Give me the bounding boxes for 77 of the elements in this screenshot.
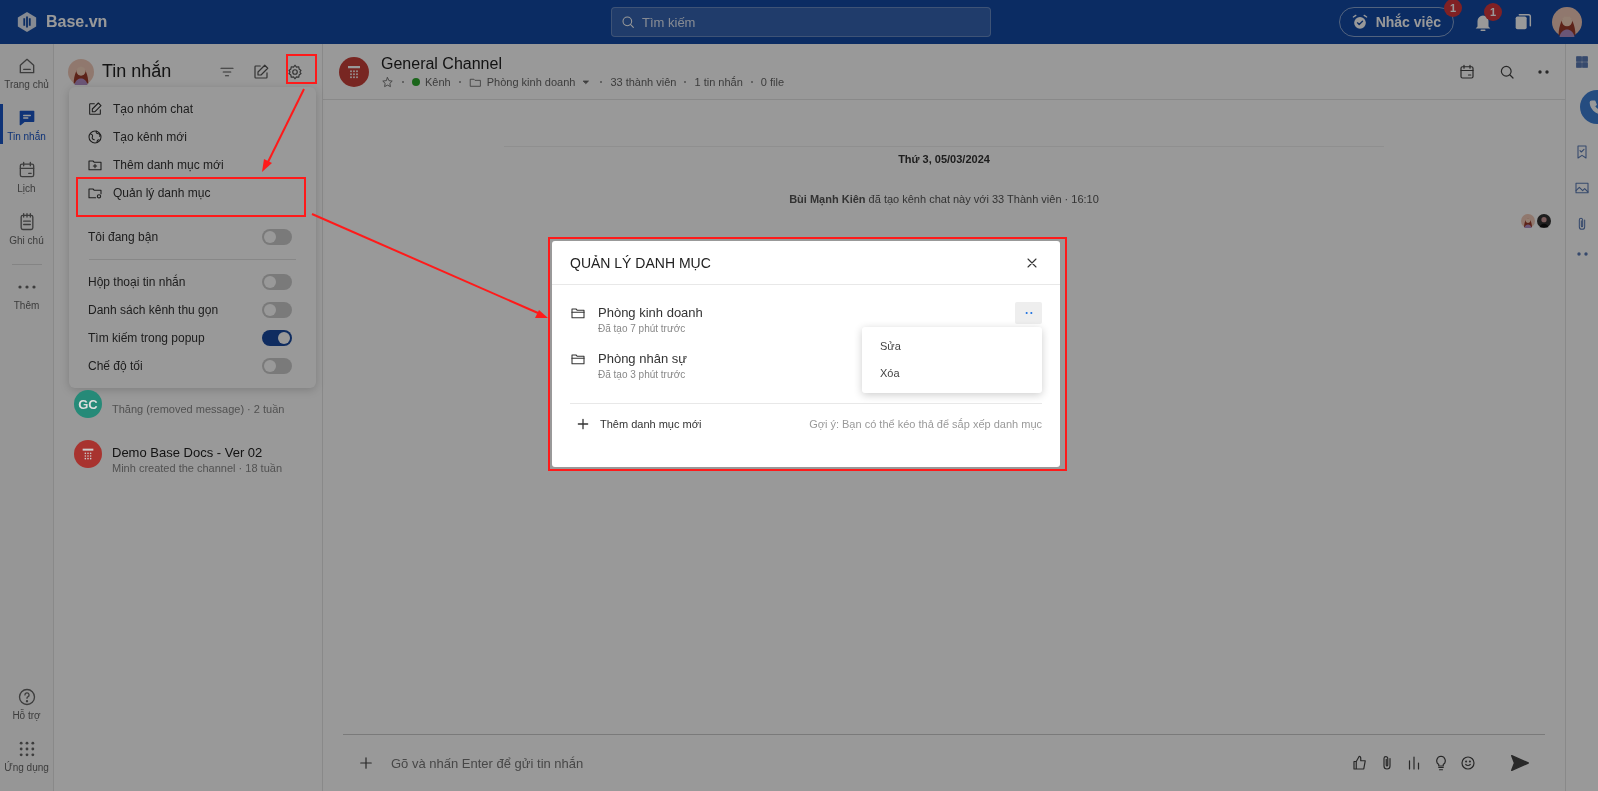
bookmark-icon	[1574, 144, 1590, 160]
settings-icon	[286, 62, 304, 81]
toggle-label: Tôi đang bận	[88, 230, 160, 244]
toggle-switch[interactable]	[262, 229, 292, 245]
more-icon	[1576, 252, 1588, 256]
menu-item[interactable]: Thêm danh mục mới	[69, 151, 316, 179]
message-input[interactable]: Gõ và nhấn Enter để gửi tin nhắn	[389, 754, 1337, 772]
status-dot	[412, 78, 420, 86]
plus-icon	[357, 754, 375, 772]
more-icon	[1538, 69, 1549, 74]
globe-icon	[87, 129, 103, 145]
folder-plus-icon	[87, 157, 103, 173]
conversation-preview: Minh created the channel · 18 tuần	[112, 461, 282, 474]
toggle-label: Hộp thoại tin nhắn	[88, 275, 187, 289]
menu-item[interactable]: Sửa	[862, 333, 1042, 360]
edit-icon	[252, 62, 270, 81]
system-message: Bùi Mạnh Kiên đã tạo kênh chat này với 33 Thành viên · 16:10	[789, 193, 1099, 205]
panel-title: Tin nhắn	[102, 61, 173, 82]
logo-text[interactable]: Base.vn	[46, 13, 108, 31]
nav-item[interactable]: Trang chủ	[0, 56, 54, 108]
toggle-label: Danh sách kênh thu gọn	[88, 303, 220, 317]
date-separator: Thứ 3, 05/03/2024	[504, 146, 1384, 165]
toggle-switch[interactable]	[262, 358, 292, 374]
menu-item[interactable]: Xóa	[862, 360, 1042, 387]
image-icon	[1574, 180, 1590, 196]
smiley-icon	[1459, 754, 1477, 772]
thumbs-up-icon	[1351, 754, 1369, 772]
toggle-label: Tìm kiếm trong popup	[88, 331, 206, 345]
count-badge: 1	[1484, 3, 1502, 21]
count-badge: 1	[1444, 0, 1462, 17]
category-date: Đã tạo 7 phút trước	[598, 323, 687, 334]
send-icon	[1509, 752, 1531, 774]
menu-item[interactable]: Tạo kênh mới	[69, 123, 316, 151]
nav-item[interactable]: Ứng dụng	[0, 739, 54, 791]
grid-icon	[1574, 54, 1590, 70]
channel-type: Kênh	[425, 76, 451, 88]
folder-icon	[570, 305, 586, 321]
channel-name: General Channel	[381, 54, 503, 73]
more-icon	[17, 285, 36, 289]
dialog-title: QUẢN LÝ DANH MỤC	[570, 254, 712, 271]
star-icon	[381, 75, 394, 89]
conversation-preview: Thăng (removed message) · 2 tuần	[112, 403, 285, 415]
conversation-avatar: GC	[74, 390, 102, 418]
toggle-switch[interactable]	[262, 302, 292, 318]
calendar-icon	[1458, 62, 1476, 81]
menu-item[interactable]: Tạo nhóm chat	[69, 95, 316, 123]
user-avatar	[1552, 7, 1582, 37]
plus-icon	[576, 417, 590, 431]
menu-item[interactable]: Quản lý danh mục	[69, 179, 316, 207]
highlight-frame	[286, 54, 317, 84]
category-date: Đã tạo 3 phút trước	[598, 369, 687, 380]
nav-item[interactable]: Hỗ trợ	[0, 687, 54, 739]
category-name: Phòng nhân sự	[598, 351, 687, 366]
conversation-title[interactable]: Demo Base Docs - Ver 02	[112, 444, 282, 460]
search-icon	[620, 14, 636, 30]
logo-icon	[16, 11, 38, 33]
message-count: 1 tin nhắn	[694, 76, 743, 88]
folder-icon	[570, 351, 586, 367]
edit-icon	[87, 101, 103, 117]
member-avatar	[1537, 214, 1551, 228]
nav-item[interactable]: Ghi chú	[0, 212, 54, 264]
folder-gear-icon	[87, 185, 103, 201]
calendar-grid-icon	[80, 446, 96, 462]
toggle-switch[interactable]	[262, 330, 292, 346]
toggle-label: Chế độ tối	[88, 359, 144, 373]
category-name: Phòng kinh doanh	[598, 305, 703, 320]
add-category-button[interactable]: Thêm danh mục mới	[576, 417, 702, 431]
toggle-switch[interactable]	[262, 274, 292, 290]
help-icon	[16, 687, 37, 707]
nav-item[interactable]: Lịch	[0, 160, 54, 212]
hint-text: Gợi ý: Bạn có thể kéo thả để sắp xếp danh mục	[809, 418, 1042, 430]
channel-category[interactable]: Phòng kinh doanh	[486, 76, 576, 88]
user-avatar	[68, 58, 94, 85]
file-count[interactable]: 0 file	[760, 76, 785, 88]
member-count[interactable]: 33 thành viên	[610, 76, 677, 88]
member-avatar	[1521, 214, 1535, 228]
nav-item[interactable]: Thêm	[0, 277, 54, 329]
